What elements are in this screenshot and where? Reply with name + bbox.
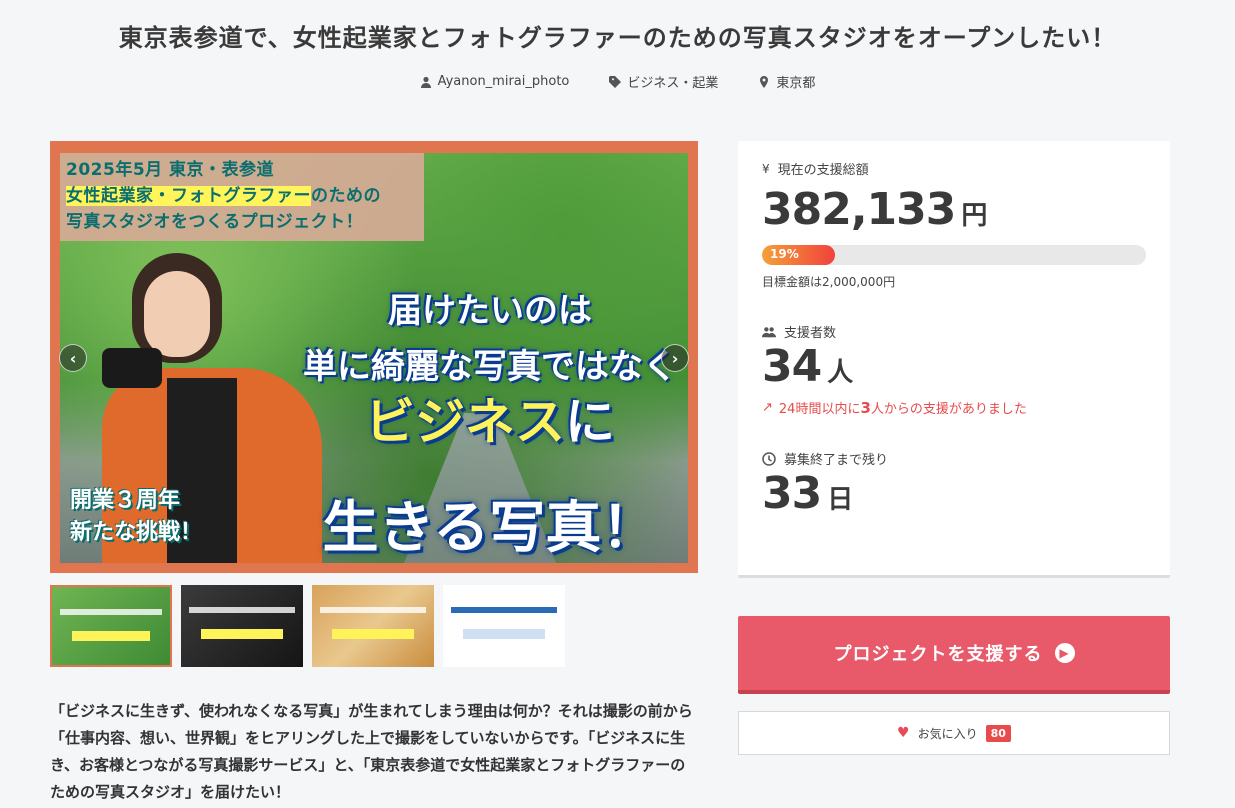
supporters-number: 34 [762, 341, 822, 392]
banner-line-2: 女性起業家・フォトグラファーのための [66, 183, 424, 209]
chevron-right-circle-icon: ▶ [1054, 643, 1075, 663]
banner-line-2-rest: のための [311, 186, 381, 206]
map-pin-icon [760, 75, 769, 88]
remaining-unit: 日 [827, 485, 854, 515]
users-icon [762, 326, 776, 337]
support-button-label: プロジェクトを支援する [833, 644, 1043, 665]
author-name: Ayanon_mirai_photo [437, 74, 570, 89]
hero-image: 2025年5月 東京・表参道 女性起業家・フォトグラファーのための 写真スタジオ… [60, 153, 688, 563]
goal-text: 目標金額は2,000,000円 [762, 275, 896, 289]
favorite-label: お気に入り [917, 726, 978, 741]
hero-headline-business: ビジネスに [290, 393, 688, 451]
hero-banner: 2025年5月 東京・表参道 女性起業家・フォトグラファーのための 写真スタジオ… [60, 153, 424, 241]
location-name: 東京都 [776, 76, 816, 91]
thumbnail-text-bar [463, 629, 545, 639]
headline-particle: に [565, 393, 615, 451]
remaining-number: 33 [762, 468, 822, 519]
trending-up-icon: ↗ [762, 400, 773, 415]
banner-line-1: 2025年5月 東京・表参道 [66, 160, 275, 180]
hero-headline: 届けたいのは 単に綺麗な写真ではなく [290, 283, 688, 395]
trend-suffix: 人からの支援がありました [870, 402, 1027, 417]
hero-headline-final: 生きる写真！ [322, 496, 658, 561]
amount-value: 382,133 円 [762, 184, 1146, 235]
supporters-label: 支援者数 [762, 322, 1146, 341]
thumbnail-text-bar [60, 609, 162, 615]
carousel-next-button[interactable]: › [661, 344, 689, 372]
supporters-value: 34 人 [762, 341, 1146, 392]
progress-bar: 19% [762, 245, 1146, 265]
trend-prefix: 24時間以内に [778, 402, 861, 417]
location-link[interactable]: 東京都 [758, 72, 815, 91]
category-name: ビジネス・起業 [627, 76, 719, 91]
trend-count: 3 [860, 399, 871, 417]
remaining-label: 募集終了まで残り [762, 449, 1146, 468]
project-meta: Ayanon_mirai_photo ビジネス・起業 東京都 [0, 72, 1235, 91]
face [144, 271, 210, 357]
camera-icon [102, 348, 162, 388]
thumbnail-text-bar [332, 629, 414, 639]
yen-icon: ¥ [762, 161, 770, 176]
banner-highlight: 女性起業家・フォトグラファー [66, 186, 311, 206]
tag-icon [609, 75, 622, 88]
recent-support-notice: ↗ 24時間以内に3人からの支援がありました [762, 398, 1146, 417]
amount-number: 382,133 [762, 184, 956, 235]
category-link[interactable]: ビジネス・起業 [609, 72, 718, 91]
heart-icon: ♥ [897, 725, 910, 741]
amount-label: ¥ 現在の支援総額 [762, 159, 1146, 179]
anniversary-line-2: 新たな挑戦！ [70, 520, 203, 545]
support-project-button[interactable]: プロジェクトを支援する ▶ [738, 616, 1170, 694]
page-title: 東京表参道で、女性起業家とフォトグラファーのための写真スタジオをオープンしたい！ [118, 24, 1117, 52]
thumbnail-text-bar [201, 629, 283, 639]
thumbnail-text-bar [451, 607, 557, 613]
anniversary-line-1: 開業３周年 [70, 488, 181, 513]
thumbnail-4[interactable] [443, 585, 565, 667]
supporters-label-text: 支援者数 [784, 326, 837, 341]
amount-unit: 円 [961, 201, 988, 231]
headline-line-2: 単に綺麗な写真ではなく [303, 347, 677, 387]
headline-highlight: ビジネス [365, 393, 565, 451]
remaining-label-text: 募集終了まで残り [784, 453, 889, 468]
thumbnail-text-bar [320, 607, 426, 613]
clock-icon [762, 451, 776, 466]
hero-carousel[interactable]: 2025年5月 東京・表参道 女性起業家・フォトグラファーのための 写真スタジオ… [50, 141, 698, 573]
favorite-count-badge: 80 [985, 724, 1011, 742]
thumbnail-1[interactable] [50, 585, 172, 667]
thumbnail-2[interactable] [181, 585, 303, 667]
remaining-value: 33 日 [762, 468, 1146, 519]
banner-line-3: 写真スタジオをつくるプロジェクト！ [66, 212, 364, 232]
project-description: 「ビジネスに生きず、使われなくなる写真」が生まれてしまう理由は何か？それは撮影の… [50, 702, 693, 801]
anniversary-text: 開業３周年 新たな挑戦！ [70, 485, 202, 549]
thumbnail-text-bar [72, 631, 150, 641]
author-link[interactable]: Ayanon_mirai_photo [420, 72, 570, 91]
supporters-unit: 人 [827, 358, 854, 388]
thumbnail-strip [50, 585, 565, 667]
progress-text: 19% [770, 247, 799, 261]
headline-line-1: 届けたいのは [388, 291, 592, 331]
stats-panel: ¥ 現在の支援総額 382,133 円 19% 目標金額は2,000,000円 支… [738, 141, 1170, 578]
trend-text: 24時間以内に3人からの支援がありました [779, 398, 1027, 417]
user-icon [420, 76, 431, 88]
carousel-prev-button[interactable]: ‹ [59, 344, 87, 372]
amount-label-text: 現在の支援総額 [777, 163, 869, 178]
favorite-button[interactable]: ♥ お気に入り 80 [738, 711, 1170, 755]
thumbnail-3[interactable] [312, 585, 434, 667]
thumbnail-text-bar [189, 607, 295, 613]
